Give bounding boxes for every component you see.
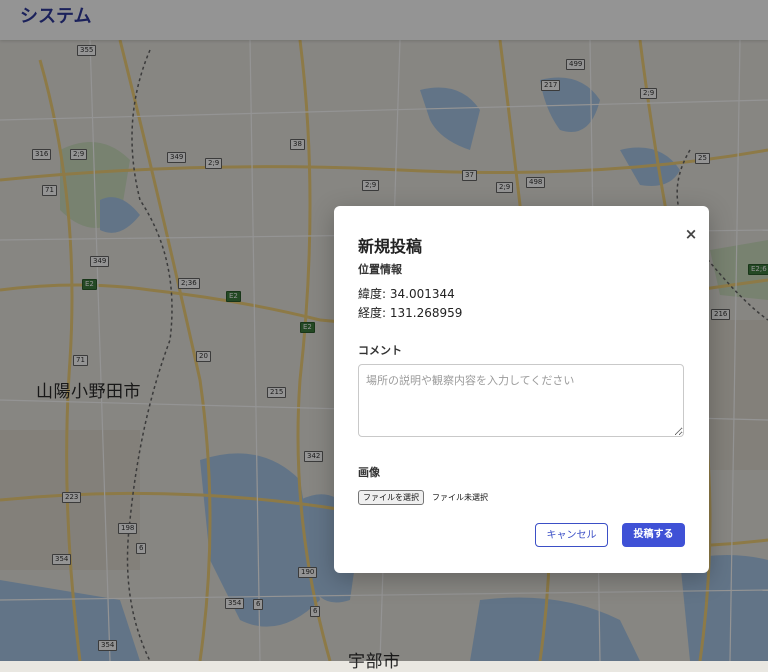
image-label: 画像 xyxy=(358,466,380,479)
longitude-value: 経度: 131.268959 xyxy=(358,306,463,320)
cancel-button[interactable]: キャンセル xyxy=(535,523,608,547)
modal-title: 新規投稿 xyxy=(358,237,423,256)
new-post-modal: 新規投稿 × 位置情報 緯度: 34.001344 経度: 131.268959… xyxy=(334,206,709,573)
file-select-button[interactable]: ファイルを選択 xyxy=(358,490,424,505)
submit-button[interactable]: 投稿する xyxy=(622,523,685,547)
comment-textarea[interactable] xyxy=(358,364,684,437)
close-icon[interactable]: × xyxy=(682,225,700,243)
latitude-value: 緯度: 34.001344 xyxy=(358,287,455,301)
comment-label: コメント xyxy=(358,344,402,357)
file-status-text: ファイル未選択 xyxy=(432,493,488,502)
location-label: 位置情報 xyxy=(358,263,402,276)
